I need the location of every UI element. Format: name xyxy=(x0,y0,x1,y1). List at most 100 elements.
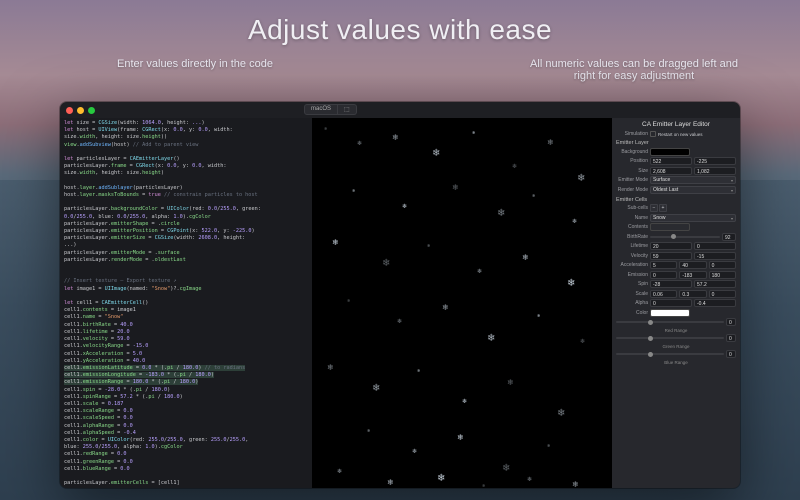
snowflake-icon: ❄ xyxy=(417,368,420,373)
snowflake-icon: ❄ xyxy=(397,318,402,325)
snowflake-icon: ❄ xyxy=(567,278,575,289)
fld-alpha-r[interactable]: 0 xyxy=(650,299,692,307)
minimize-icon[interactable] xyxy=(77,107,84,114)
lbl-green-range: Green Range xyxy=(616,344,736,349)
slider-green[interactable] xyxy=(616,337,724,339)
lbl-accel: Acceleration xyxy=(616,262,648,268)
snowflake-icon: ❄ xyxy=(347,298,350,303)
snowflake-icon: ❄ xyxy=(427,243,430,248)
snowflake-icon: ❄ xyxy=(392,133,399,142)
fld-spin-r[interactable]: 57.2 xyxy=(694,280,736,288)
lbl-scale: Scale xyxy=(616,291,648,297)
snowflake-icon: ❄ xyxy=(572,480,579,488)
lbl-name: Name xyxy=(616,215,648,221)
seg-other[interactable]: ⬚ xyxy=(338,104,357,115)
fld-blue[interactable]: 0 xyxy=(726,350,736,358)
fld-scale-r[interactable]: 0.3 xyxy=(679,290,706,298)
fld-em-lat[interactable]: 0 xyxy=(650,271,677,279)
fld-acc-y[interactable]: 40 xyxy=(679,261,706,269)
fld-velocity-r[interactable]: -15 xyxy=(694,252,736,260)
lbl-blue-range: Blue Range xyxy=(616,360,736,365)
code-editor[interactable]: let size = CGSize(width: 1064.0, height:… xyxy=(60,118,312,488)
seg-macos[interactable]: macOS xyxy=(304,104,338,115)
fld-lifetime[interactable]: 20 xyxy=(650,242,692,250)
snowflake-icon: ❄ xyxy=(382,258,390,269)
snowflake-icon: ❄ xyxy=(437,473,445,484)
color-swatch[interactable] xyxy=(650,309,690,317)
fld-em-r[interactable]: 180 xyxy=(709,271,736,279)
snowflake-icon: ❄ xyxy=(577,173,585,184)
inspector-panel: CA Emitter Layer Editor Simulation Resta… xyxy=(612,118,740,488)
snowflake-icon: ❄ xyxy=(547,443,550,448)
fld-pos-x[interactable]: 522 xyxy=(650,157,692,165)
fld-acc-x[interactable]: 5 xyxy=(650,261,677,269)
fld-velocity[interactable]: 59 xyxy=(650,252,692,260)
snowflake-icon: ❄ xyxy=(537,313,540,318)
snowflake-icon: ❄ xyxy=(432,148,440,159)
lbl-spin: Spin xyxy=(616,281,648,287)
lbl-subcells: Sub-cells xyxy=(616,205,648,211)
subtitle-right: All numeric values can be dragged left a… xyxy=(524,58,744,82)
snowflake-icon: ❄ xyxy=(327,363,334,372)
fld-red[interactable]: 0 xyxy=(726,318,736,326)
snowflake-icon: ❄ xyxy=(472,130,475,135)
fld-pos-y[interactable]: -225 xyxy=(694,157,736,165)
simulation-label: Simulation xyxy=(616,131,648,137)
slider-red[interactable] xyxy=(616,321,724,323)
fld-birthrate[interactable]: 92 xyxy=(722,233,736,241)
close-icon[interactable] xyxy=(66,107,73,114)
lbl-red-range: Red Range xyxy=(616,328,736,333)
snowflake-icon: ❄ xyxy=(502,463,510,474)
slider-blue[interactable] xyxy=(616,353,724,355)
platform-segment[interactable]: macOS ⬚ xyxy=(304,104,357,115)
fld-green[interactable]: 0 xyxy=(726,334,736,342)
section-emitter-layer: Emitter Layer xyxy=(616,140,736,146)
fld-size-w[interactable]: 2,608 xyxy=(650,167,692,175)
snowflake-icon: ❄ xyxy=(452,183,459,192)
lbl-emode: Emitter Mode xyxy=(616,177,648,183)
snowflake-icon: ❄ xyxy=(512,163,517,170)
app-window: macOS ⬚ let size = CGSize(width: 1064.0,… xyxy=(60,102,740,488)
hero-title: Adjust values with ease xyxy=(0,14,800,46)
snowflake-icon: ❄ xyxy=(477,268,482,275)
lbl-velocity: Velocity xyxy=(616,253,648,259)
snowflake-icon: ❄ xyxy=(507,378,514,387)
titlebar: macOS ⬚ xyxy=(60,102,740,118)
inspector-title: CA Emitter Layer Editor xyxy=(616,121,736,128)
snowflake-icon: ❄ xyxy=(487,333,495,344)
subtitle-left: Enter values directly in the code xyxy=(115,58,275,70)
snowflake-icon: ❄ xyxy=(497,208,505,219)
fld-acc-z[interactable]: 0 xyxy=(709,261,736,269)
lbl-contents: Contents xyxy=(616,224,648,230)
restart-checkbox[interactable] xyxy=(650,131,656,137)
fld-scale-s[interactable]: 0 xyxy=(709,290,736,298)
restart-label: Restart on new values xyxy=(658,132,703,137)
fld-scale[interactable]: 0.06 xyxy=(650,290,677,298)
zoom-icon[interactable] xyxy=(88,107,95,114)
background-swatch[interactable] xyxy=(650,148,690,156)
lbl-lifetime: Lifetime xyxy=(616,243,648,249)
drop-emitter-mode[interactable]: Surface xyxy=(650,176,736,184)
drop-render-mode[interactable]: Oldest Last xyxy=(650,186,736,194)
slider-birthrate[interactable] xyxy=(650,236,720,238)
lbl-alpha: Alpha xyxy=(616,300,648,306)
lbl-color: Color xyxy=(616,310,648,316)
snowflake-icon: ❄ xyxy=(332,238,339,247)
snowflake-icon: ❄ xyxy=(457,433,464,442)
section-emitter-cells: Emitter Cells xyxy=(616,197,736,203)
fld-lifetime-r[interactable]: 0 xyxy=(694,242,736,250)
snowflake-icon: ❄ xyxy=(402,203,407,210)
contents-swatch[interactable] xyxy=(650,223,690,231)
drop-name[interactable]: Snow xyxy=(650,214,736,222)
snowflake-icon: ❄ xyxy=(482,483,485,488)
fld-alpha-s[interactable]: -0.4 xyxy=(694,299,736,307)
snowflake-icon: ❄ xyxy=(412,448,417,455)
subcells-pm[interactable]: −+ xyxy=(650,204,667,212)
lbl-birthrate: BirthRate xyxy=(616,234,648,240)
lbl-rmode: Render Mode xyxy=(616,187,648,193)
fld-spin[interactable]: -28 xyxy=(650,280,692,288)
fld-em-lon[interactable]: -183 xyxy=(679,271,706,279)
snowflake-icon: ❄ xyxy=(372,383,380,394)
fld-size-h[interactable]: 1,082 xyxy=(694,167,736,175)
snowflake-icon: ❄ xyxy=(352,188,355,193)
